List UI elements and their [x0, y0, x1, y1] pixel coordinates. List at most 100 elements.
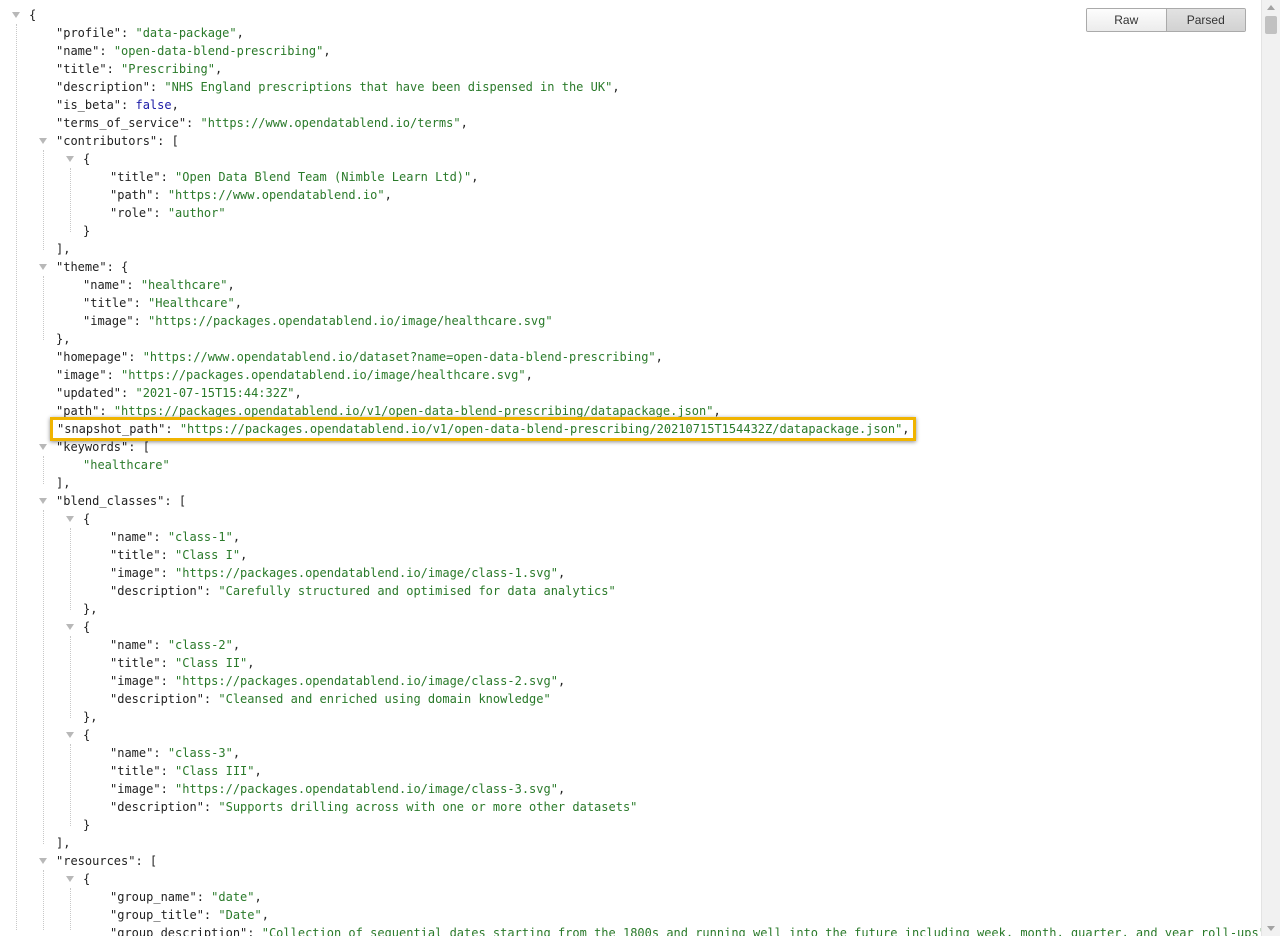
json-string-value: "author": [167, 206, 226, 220]
json-string-value: "class-2": [167, 638, 233, 652]
json-punctuation: ,: [236, 26, 244, 40]
json-line: {: [83, 870, 90, 888]
json-key: "title": [110, 170, 161, 184]
json-key: "group_name": [110, 890, 197, 904]
json-punctuation: ,: [261, 908, 269, 922]
json-key: "role": [110, 206, 154, 220]
json-punctuation: :: [99, 44, 114, 58]
json-line: },: [56, 330, 70, 348]
json-line: {: [83, 150, 90, 168]
json-key: "image": [83, 314, 134, 328]
collapse-toggle-icon[interactable]: [39, 444, 47, 450]
json-line: {: [29, 6, 36, 24]
json-line: "image": "https://packages.opendatablend…: [56, 366, 533, 384]
json-string-value: "https://packages.opendatablend.io/image…: [175, 782, 558, 796]
indent-guide: [43, 456, 44, 484]
json-key: "name": [110, 638, 154, 652]
json-line: "image": "https://packages.opendatablend…: [83, 312, 553, 330]
json-punctuation: {: [83, 512, 91, 526]
json-punctuation: : [: [157, 134, 179, 148]
json-string-value: "https://packages.opendatablend.io/image…: [148, 314, 553, 328]
json-string-value: "Open Data Blend Team (Nimble Learn Ltd)…: [175, 170, 472, 184]
json-punctuation: {: [83, 620, 91, 634]
json-punctuation: :: [149, 80, 165, 94]
json-line: "profile": "data-package",: [56, 24, 244, 42]
json-line: "image": "https://packages.opendatablend…: [110, 672, 565, 690]
json-line: "title": "Class III",: [110, 762, 262, 780]
json-string-value: "Cleansed and enriched using domain know…: [218, 692, 551, 706]
collapse-toggle-icon[interactable]: [66, 876, 74, 882]
json-punctuation: :: [203, 908, 219, 922]
view-mode-toggle: Raw Parsed: [1086, 8, 1246, 32]
json-punctuation: :: [128, 350, 143, 364]
indent-guide: [16, 24, 17, 930]
json-key: "updated": [56, 386, 122, 400]
json-key: "contributors": [56, 134, 158, 148]
json-string-value: "Class III": [175, 764, 255, 778]
collapse-toggle-icon[interactable]: [39, 498, 47, 504]
json-key: "terms_of_service": [56, 116, 187, 130]
json-punctuation: :: [247, 926, 262, 936]
json-string-value: "Collection of sequential dates starting…: [261, 926, 1262, 936]
collapse-toggle-icon[interactable]: [66, 624, 74, 630]
json-punctuation: }: [83, 224, 91, 238]
collapse-toggle-icon[interactable]: [39, 138, 47, 144]
collapse-toggle-icon[interactable]: [12, 12, 20, 18]
json-line: {: [83, 618, 90, 636]
json-key: "group_title": [110, 908, 204, 922]
json-string-value: "https://packages.opendatablend.io/v1/op…: [113, 404, 714, 418]
json-punctuation: :: [99, 404, 114, 418]
json-punctuation: :: [153, 746, 168, 760]
scroll-up-arrow-icon[interactable]: [1267, 5, 1275, 10]
json-line: "title": "Healthcare",: [83, 294, 242, 312]
json-key: "path": [110, 188, 154, 202]
json-punctuation: :: [160, 170, 176, 184]
json-string-value: "https://packages.opendatablend.io/image…: [175, 566, 558, 580]
indent-guide: [43, 870, 44, 930]
json-punctuation: : [: [164, 494, 187, 508]
json-string-value: "https://packages.opendatablend.io/image…: [121, 368, 526, 382]
json-string-value: "class-3": [167, 746, 233, 760]
parsed-button[interactable]: Parsed: [1166, 9, 1245, 31]
json-punctuation: ,: [294, 386, 302, 400]
raw-button[interactable]: Raw: [1087, 9, 1167, 31]
collapse-toggle-icon[interactable]: [66, 156, 74, 162]
json-punctuation: ,: [232, 530, 241, 544]
scroll-thumb[interactable]: [1265, 16, 1277, 34]
json-punctuation: :: [203, 800, 219, 814]
json-key: "group_description": [110, 926, 248, 936]
json-punctuation: :: [153, 530, 168, 544]
vertical-scrollbar[interactable]: [1261, 0, 1280, 936]
indent-guide: [43, 510, 44, 844]
json-string-value: "Carefully structured and optimised for …: [218, 584, 616, 598]
json-key: "blend_classes": [56, 494, 165, 508]
json-line: "group_description": "Collection of sequ…: [110, 924, 1262, 936]
json-line: "healthcare": [83, 456, 170, 474]
json-string-value: "Class II": [175, 656, 248, 670]
json-punctuation: {: [83, 152, 91, 166]
json-key: "image": [110, 674, 161, 688]
json-line: }: [83, 816, 90, 834]
indent-guide: [70, 636, 71, 718]
json-punctuation: ,: [232, 746, 241, 760]
collapse-toggle-icon[interactable]: [66, 732, 74, 738]
json-line: "description": "Carefully structured and…: [110, 582, 616, 600]
scroll-down-arrow-icon[interactable]: [1267, 926, 1275, 931]
indent-guide: [70, 744, 71, 826]
json-punctuation: :: [160, 764, 176, 778]
json-string-value: "class-1": [167, 530, 233, 544]
json-punctuation: :: [203, 584, 219, 598]
json-punctuation: ],: [56, 836, 71, 850]
json-viewer: { "profile": "data-package", "name": "open…: [0, 0, 1262, 936]
json-key: "image": [56, 368, 107, 382]
json-punctuation: {: [29, 8, 37, 22]
collapse-toggle-icon[interactable]: [39, 858, 47, 864]
json-line: ],: [56, 474, 70, 492]
json-line: "name": "open-data-blend-prescribing",: [56, 42, 331, 60]
json-line: ],: [56, 240, 70, 258]
collapse-toggle-icon[interactable]: [39, 264, 47, 270]
collapse-toggle-icon[interactable]: [66, 516, 74, 522]
indent-guide: [70, 168, 71, 232]
json-line: "title": "Prescribing",: [56, 60, 222, 78]
json-string-value: "Class I": [175, 548, 241, 562]
